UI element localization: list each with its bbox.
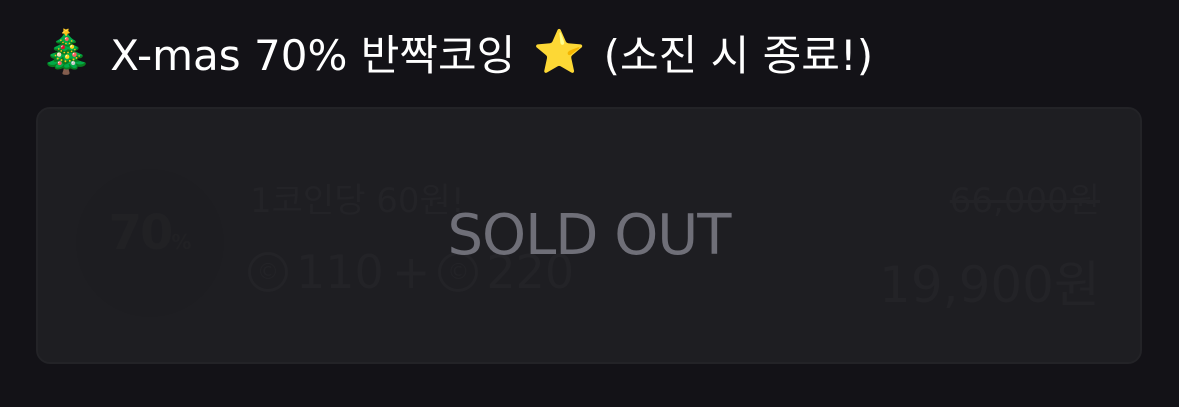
title-text: X-mas 70% 반짝코잉 [110, 30, 516, 80]
sold-out-overlay: SOLD OUT [38, 109, 1140, 362]
star-icon: ⭐ [533, 27, 586, 76]
product-card[interactable]: 70 % 1코인당 60원! © 110 + © 220 66,000원 19,… [36, 107, 1142, 364]
title-suffix: (소진 시 종료!) [603, 30, 874, 80]
christmas-tree-icon: 🎄 [40, 27, 93, 76]
page-title: 🎄 X-mas 70% 반짝코잉 ⭐ (소진 시 종료!) [40, 22, 873, 82]
sold-out-label: SOLD OUT [447, 203, 731, 268]
